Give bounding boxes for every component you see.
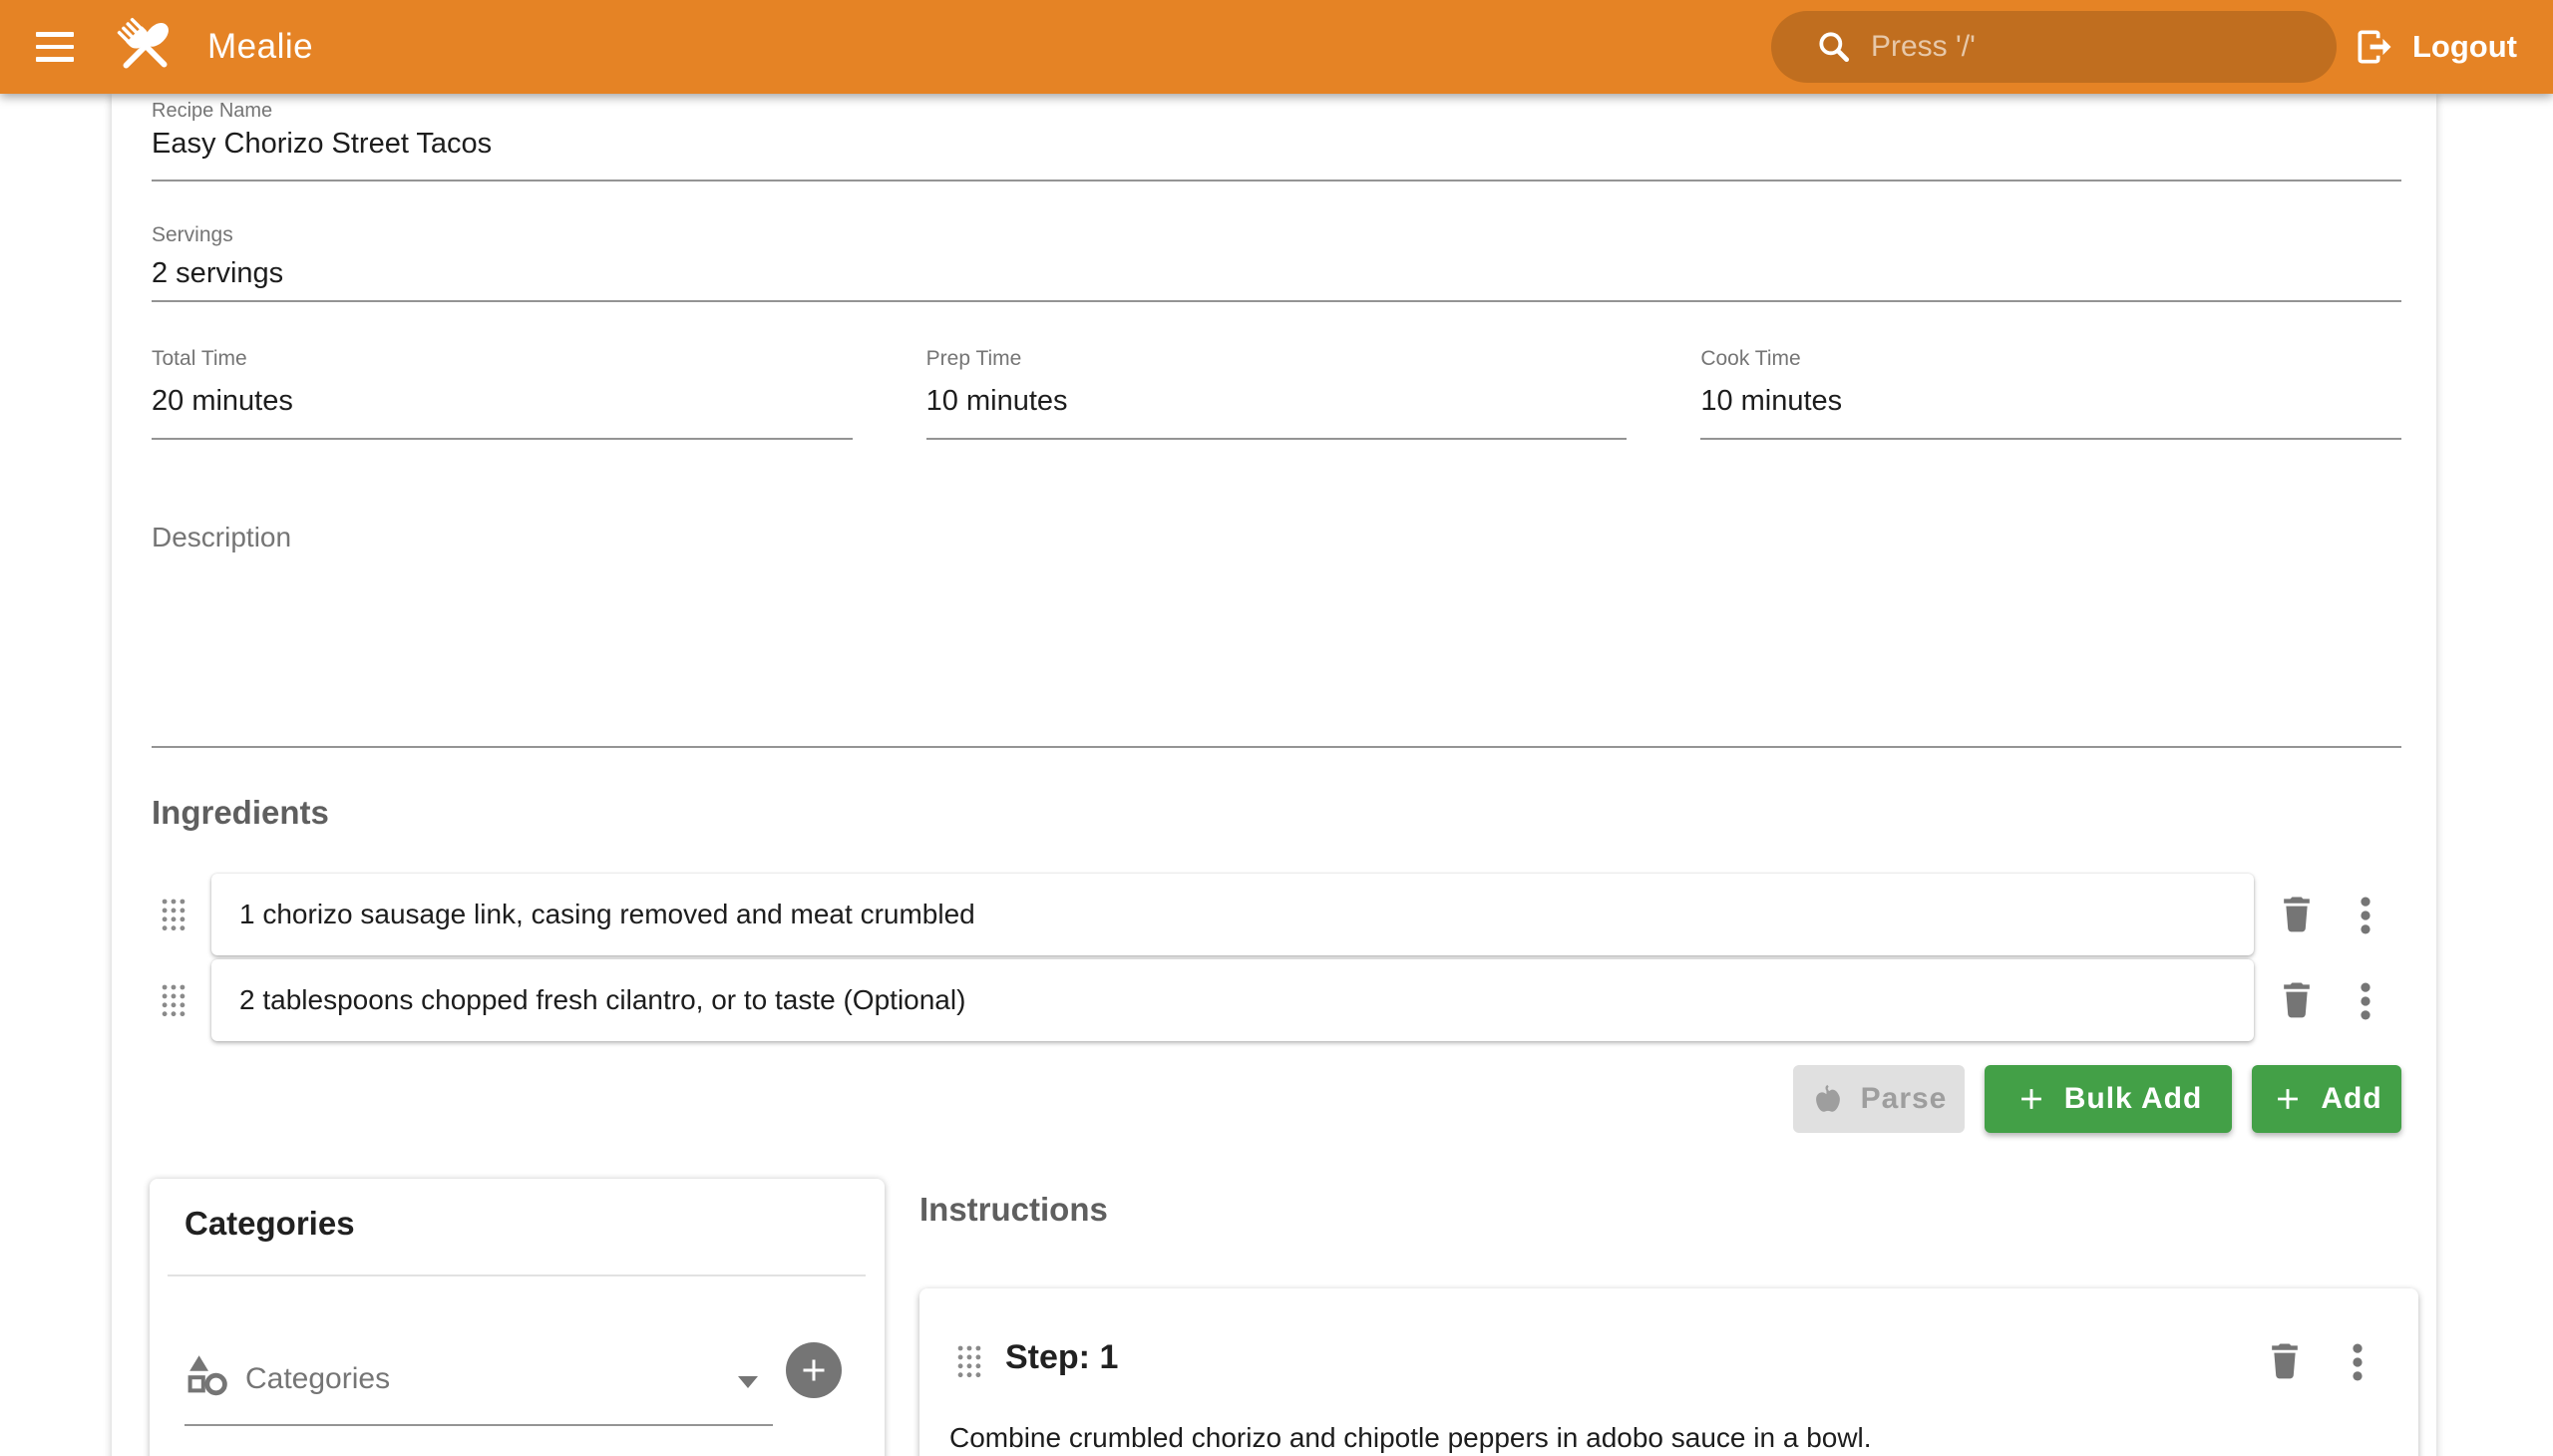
description-label: Description [152,522,291,553]
recipe-name-underline [152,180,2401,182]
servings-label: Servings [152,223,233,247]
categories-title: Categories [184,1205,355,1243]
delete-step-icon[interactable] [2263,1338,2307,1382]
divider [168,1274,866,1276]
drag-handle-icon[interactable] [160,981,187,1021]
add-ingredient-button[interactable]: Add [2252,1065,2401,1133]
search-bar[interactable] [1771,11,2337,83]
cook-time-underline [1700,438,2401,440]
prep-time-label: Prep Time [926,347,1628,371]
chevron-down-icon[interactable] [738,1376,758,1388]
logout-button[interactable]: Logout [2353,25,2517,69]
logout-icon [2353,25,2396,69]
delete-ingredient-icon[interactable] [2275,977,2319,1021]
menu-icon[interactable] [36,25,80,69]
drag-handle-icon[interactable] [160,896,187,935]
logout-label: Logout [2412,29,2517,65]
app-bar: Mealie Logout [0,0,2553,94]
ingredient-input[interactable]: 1 chorizo sausage link, casing removed a… [211,874,2254,955]
plus-icon [2271,1082,2305,1116]
step-card: Step: 1 Combine crumbled chorizo and chi… [919,1288,2418,1456]
servings-input[interactable]: 2 servings [152,257,283,290]
prep-time-underline [926,438,1628,440]
app-title: Mealie [207,27,313,67]
instructions-heading: Instructions [919,1191,1108,1229]
description-textarea[interactable] [152,562,2401,742]
total-time-underline [152,438,853,440]
parse-label: Parse [1861,1082,1948,1116]
ingredient-menu-icon[interactable] [2354,981,2377,1021]
mealie-recipe-editor: Mealie Logout Recipe Name Easy Chorizo S… [0,0,2553,1456]
recipe-name-input[interactable]: Easy Chorizo Street Tacos [152,128,492,161]
ingredient-input[interactable]: 2 tablespoons chopped fresh cilantro, or… [211,959,2254,1041]
bulk-add-button[interactable]: Bulk Add [1985,1065,2232,1133]
parse-button[interactable]: Parse [1793,1065,1965,1133]
cook-time-input[interactable]: 10 minutes [1700,385,2401,418]
recipe-name-label: Recipe Name [152,100,272,123]
categories-select[interactable]: Categories [245,1362,390,1396]
shapes-icon [182,1350,230,1398]
ingredient-text: 2 tablespoons chopped fresh cilantro, or… [239,984,965,1016]
add-category-button[interactable] [786,1342,842,1398]
drag-handle-icon[interactable] [955,1342,983,1382]
total-time-label: Total Time [152,347,853,371]
cook-time-label: Cook Time [1700,347,2401,371]
step-title: Step: 1 [1005,1338,1118,1377]
delete-ingredient-icon[interactable] [2275,892,2319,935]
ingredients-heading: Ingredients [152,794,329,832]
categories-underline [184,1424,773,1426]
recipe-editor-card: Recipe Name Easy Chorizo Street Tacos Se… [112,94,2436,1456]
ingredient-text: 1 chorizo sausage link, casing removed a… [239,899,975,930]
plus-icon [796,1352,832,1388]
apple-icon [1811,1082,1845,1116]
servings-underline [152,300,2401,302]
search-input[interactable] [1871,30,2310,64]
ingredient-row: 1 chorizo sausage link, casing removed a… [112,874,2436,957]
total-time-input[interactable]: 20 minutes [152,385,853,418]
step-menu-icon[interactable] [2346,1342,2370,1382]
categories-card: Categories Categories [150,1179,885,1456]
search-icon [1815,28,1853,66]
add-label: Add [2321,1082,2381,1116]
plus-icon [2014,1082,2048,1116]
prep-time-input[interactable]: 10 minutes [926,385,1628,418]
mealie-logo-icon [110,12,180,82]
bulk-add-label: Bulk Add [2064,1082,2203,1116]
ingredient-row: 2 tablespoons chopped fresh cilantro, or… [112,959,2436,1043]
step-text-input[interactable]: Combine crumbled chorizo and chipotle pe… [949,1422,2375,1454]
description-underline [152,746,2401,748]
ingredient-menu-icon[interactable] [2354,896,2377,935]
